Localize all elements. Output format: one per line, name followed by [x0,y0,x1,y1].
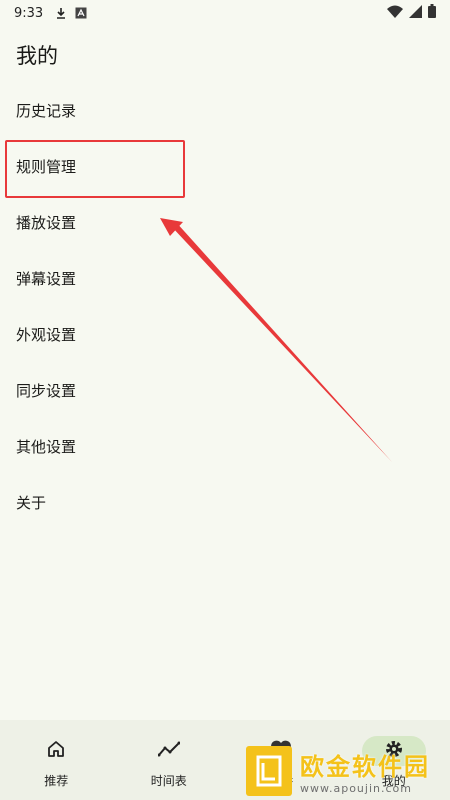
nav-label: 推荐 [44,774,69,788]
annotation-arrow [160,218,392,462]
nav-label: 时间表 [150,774,187,788]
nav-icon-wrap [24,736,88,766]
nav-schedule[interactable]: 时间表 [113,720,226,800]
watermark-name: 欧金软件园 [300,753,430,781]
home-icon [46,739,66,763]
watermark: 欧金软件园 www.apoujin.com [246,742,446,800]
nav-icon-wrap [137,736,201,766]
arrow-shaft [171,221,392,462]
watermark-logo-icon [246,746,292,796]
watermark-text: 欧金软件园 www.apoujin.com [300,747,430,795]
trend-icon [157,741,181,761]
watermark-url: www.apoujin.com [300,782,412,795]
nav-recommend[interactable]: 推荐 [0,720,113,800]
